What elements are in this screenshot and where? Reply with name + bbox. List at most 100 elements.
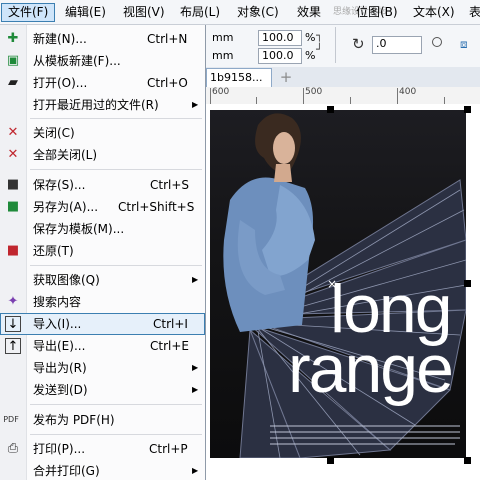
revert-icon: ■ bbox=[6, 243, 20, 258]
property-bar: mm mm 100.0 100.0 % % ┐ ┘ ↻ .0 ⧈ bbox=[206, 25, 480, 68]
menu-file[interactable]: 文件(F) bbox=[1, 3, 56, 22]
new-doc-icon: ✚ bbox=[7, 31, 19, 46]
open-folder-icon: ▰ bbox=[8, 75, 18, 90]
menu-item-shortcut: Ctrl+Shift+S bbox=[118, 200, 195, 214]
menu-item-shortcut: Ctrl+I bbox=[153, 317, 188, 331]
add-tab-button[interactable]: + bbox=[277, 68, 295, 86]
menu-item-new-from-template[interactable]: ▣ 从模板新建(F)... bbox=[0, 50, 205, 72]
menu-item-label: 打开最近用过的文件(R) bbox=[33, 98, 159, 112]
percent-label-x: % bbox=[305, 31, 316, 44]
center-marker-icon: × bbox=[327, 277, 338, 291]
ruler-label: 500 bbox=[305, 87, 323, 97]
divider bbox=[335, 27, 336, 63]
menu-object[interactable]: 对象(C) bbox=[231, 4, 285, 21]
menu-item-label: 合并打印(G) bbox=[33, 464, 100, 478]
menu-item-close[interactable]: ✕ 关闭(C) bbox=[0, 122, 205, 144]
angle-field[interactable]: .0 bbox=[372, 36, 422, 54]
menu-item-label: 获取图像(Q) bbox=[33, 273, 100, 287]
menu-separator bbox=[30, 118, 202, 119]
menu-item-label: 导出为(R) bbox=[33, 361, 87, 375]
menu-table[interactable]: 表 bbox=[463, 4, 480, 21]
selection-handle[interactable] bbox=[464, 280, 471, 287]
menu-layout[interactable]: 布局(L) bbox=[174, 4, 226, 21]
submenu-arrow-icon: ▶ bbox=[192, 275, 199, 284]
selection-handle[interactable] bbox=[327, 106, 334, 113]
menu-item-label: 发送到(D) bbox=[33, 383, 88, 397]
menu-item-label: 发布为 PDF(H) bbox=[33, 413, 115, 427]
angle-unit-icon bbox=[432, 37, 442, 47]
menu-edit[interactable]: 编辑(E) bbox=[59, 4, 112, 21]
save-icon: ■ bbox=[6, 177, 20, 192]
menu-item-print[interactable]: ⎙ 打印(P)... Ctrl+P bbox=[0, 438, 205, 460]
menu-bar: 文件(F) 编辑(E) 视图(V) 布局(L) 对象(C) 效果 思缘设计论坛 … bbox=[0, 0, 480, 25]
ruler-tick bbox=[210, 88, 211, 104]
menu-item-label: 导出(E)... bbox=[33, 339, 86, 353]
menu-item-search-content[interactable]: ✦ 搜索内容 bbox=[0, 291, 205, 313]
menu-item-label: 从模板新建(F)... bbox=[33, 54, 121, 68]
menu-item-shortcut: Ctrl+N bbox=[147, 32, 188, 46]
menu-effects[interactable]: 效果 bbox=[291, 4, 327, 21]
menu-bitmaps[interactable]: 位图(B) bbox=[350, 4, 404, 21]
import-icon: ↓ bbox=[5, 316, 21, 332]
menu-item-label: 保存为模板(M)... bbox=[33, 222, 125, 236]
menu-item-merge-print[interactable]: 合并打印(G) ▶ bbox=[0, 460, 205, 482]
menu-item-label: 新建(N)... bbox=[33, 32, 87, 46]
submenu-arrow-icon: ▶ bbox=[192, 100, 199, 109]
ruler-tick bbox=[350, 97, 351, 104]
menu-item-save[interactable]: ■ 保存(S)... Ctrl+S bbox=[0, 174, 205, 196]
mirror-icon[interactable]: ⧈ bbox=[460, 37, 468, 52]
print-icon: ⎙ bbox=[7, 441, 19, 456]
menu-item-new[interactable]: ✚ 新建(N)... Ctrl+N bbox=[0, 28, 205, 50]
template-icon: ▣ bbox=[6, 53, 20, 68]
menu-item-open[interactable]: ▰ 打开(O)... Ctrl+O bbox=[0, 72, 205, 94]
lock-ratio-icon[interactable]: ┐ ┘ bbox=[316, 29, 328, 59]
menu-item-close-all[interactable]: ✕ 全部关闭(L) bbox=[0, 144, 205, 166]
menu-item-label: 搜索内容 bbox=[33, 295, 82, 309]
rotate-icon: ↻ bbox=[352, 35, 365, 53]
horizontal-ruler: 600 500 400 bbox=[206, 87, 480, 105]
menu-separator bbox=[30, 265, 202, 266]
menu-item-send-to[interactable]: 发送到(D) ▶ bbox=[0, 379, 205, 401]
selected-photo[interactable]: long range bbox=[210, 110, 466, 458]
headline-range: range bbox=[288, 331, 454, 407]
close-all-icon: ✕ bbox=[7, 147, 19, 162]
percent-label-y: % bbox=[305, 49, 316, 62]
scale-y-field[interactable]: 100.0 bbox=[258, 48, 302, 64]
submenu-arrow-icon: ▶ bbox=[192, 466, 199, 475]
menu-item-acquire-image[interactable]: 获取图像(Q) ▶ bbox=[0, 269, 205, 291]
menu-separator bbox=[30, 434, 202, 435]
pdf-icon: PDF bbox=[3, 415, 19, 424]
ruler-tick bbox=[303, 88, 304, 104]
ruler-label: 400 bbox=[399, 87, 417, 97]
menu-item-export-as[interactable]: 导出为(R) ▶ bbox=[0, 357, 205, 379]
menu-item-export[interactable]: ↑ 导出(E)... Ctrl+E bbox=[0, 335, 205, 357]
menu-item-import[interactable]: ↓ 导入(I)... Ctrl+I bbox=[0, 313, 205, 335]
selection-handle[interactable] bbox=[464, 106, 471, 113]
selection-handle[interactable] bbox=[464, 457, 471, 464]
scale-x-field[interactable]: 100.0 bbox=[258, 30, 302, 46]
menu-item-save-as-template[interactable]: 保存为模板(M)... bbox=[0, 218, 205, 240]
selection-handle[interactable] bbox=[327, 457, 334, 464]
menu-text[interactable]: 文本(X) bbox=[407, 4, 461, 21]
menu-item-save-as[interactable]: ■ 另存为(A)... Ctrl+Shift+S bbox=[0, 196, 205, 218]
tab-document[interactable]: 1b9158... bbox=[206, 68, 272, 87]
menu-item-revert[interactable]: ■ 还原(T) bbox=[0, 240, 205, 262]
menu-item-shortcut: Ctrl+P bbox=[149, 442, 188, 456]
menu-separator bbox=[30, 404, 202, 405]
search-content-icon: ✦ bbox=[7, 294, 19, 309]
menu-item-label: 还原(T) bbox=[33, 244, 74, 258]
drawing-canvas[interactable]: long range × bbox=[206, 104, 480, 480]
menu-item-shortcut: Ctrl+S bbox=[150, 178, 190, 192]
menu-item-publish-pdf[interactable]: PDF 发布为 PDF(H) bbox=[0, 409, 205, 431]
menu-view[interactable]: 视图(V) bbox=[117, 4, 171, 21]
menu-item-open-recent[interactable]: 打开最近用过的文件(R) ▶ bbox=[0, 94, 205, 116]
ruler-tick bbox=[397, 88, 398, 104]
ruler-tick bbox=[256, 97, 257, 104]
unit-label-height: mm bbox=[212, 49, 234, 62]
menu-separator bbox=[30, 169, 202, 170]
file-menu-dropdown: ✚ 新建(N)... Ctrl+N ▣ 从模板新建(F)... ▰ 打开(O).… bbox=[0, 25, 206, 480]
save-as-icon: ■ bbox=[6, 199, 20, 214]
ruler-tick bbox=[444, 97, 445, 104]
menu-item-label: 打印(P)... bbox=[33, 442, 86, 456]
unit-label-width: mm bbox=[212, 31, 234, 44]
